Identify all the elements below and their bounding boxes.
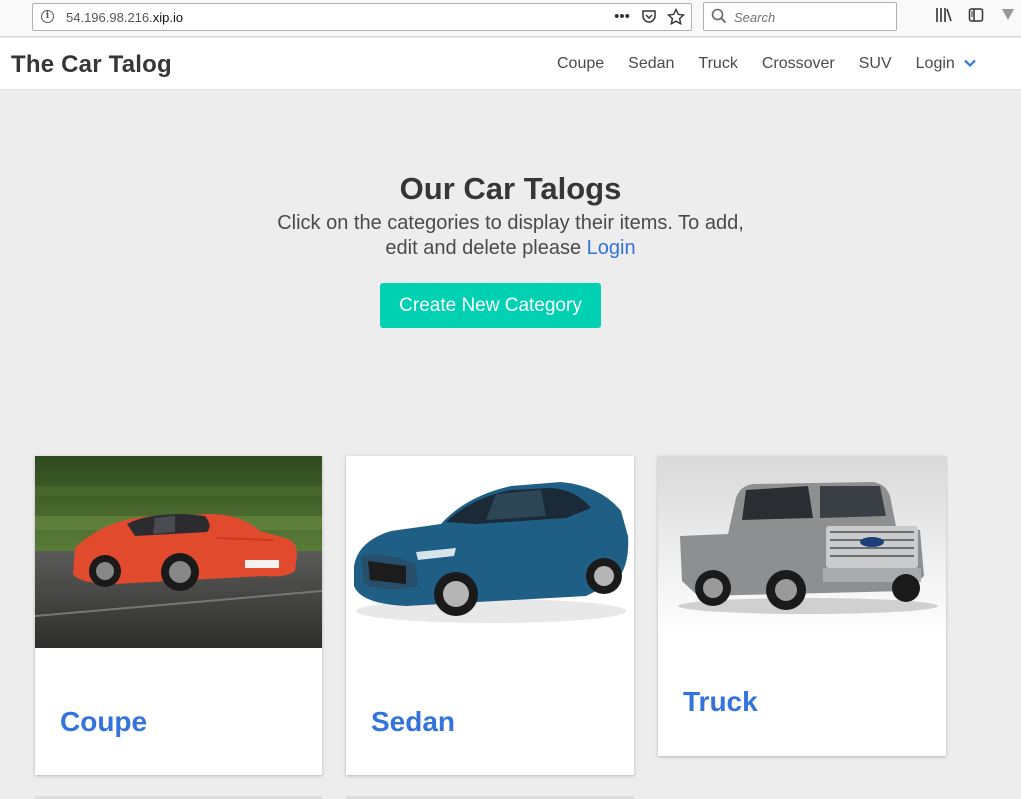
page-title: Our Car Talogs [399,171,622,206]
category-card-sedan[interactable]: Sedan [346,456,634,775]
nav-item-crossover[interactable]: Crossover [762,55,835,73]
category-card-coupe[interactable]: Coupe [35,456,322,775]
bookmark-star-icon[interactable] [666,7,686,26]
coupe-image[interactable] [35,456,322,648]
library-icon[interactable] [935,7,953,25]
login-link[interactable]: Login [587,237,636,259]
category-title-sedan[interactable]: Sedan [371,706,455,738]
nav-item-coupe[interactable]: Coupe [557,55,604,73]
chevron-down-icon[interactable] [963,56,977,70]
extension-menu-icon[interactable] [999,7,1017,25]
site-info-icon[interactable]: i [41,10,54,23]
address-bar[interactable]: i 54.196.98.216.xip.io ••• [32,3,692,31]
site-navbar: The Car Talog Coupe Sedan Truck Crossove… [0,38,1021,90]
search-placeholder: Search [734,10,776,25]
category-card-truck[interactable]: Truck [658,456,946,756]
brand-logo[interactable]: The Car Talog [11,51,172,79]
search-icon [711,8,727,24]
sedan-image[interactable] [346,456,634,656]
sidebar-icon[interactable] [967,7,985,25]
nav-item-truck[interactable]: Truck [698,55,737,73]
hero-subtitle: Click on the categories to display their… [0,211,1021,261]
nav-item-login[interactable]: Login [916,55,955,73]
category-title-truck[interactable]: Truck [683,686,758,718]
truck-image[interactable] [658,456,946,636]
url-text[interactable]: 54.196.98.216.xip.io [66,10,183,25]
hero-subtitle-line1: Click on the categories to display their… [277,212,744,234]
nav-item-sedan[interactable]: Sedan [628,55,674,73]
create-category-button[interactable]: Create New Category [380,283,601,328]
nav-item-suv[interactable]: SUV [859,55,892,73]
page-actions-icon[interactable]: ••• [613,8,631,26]
category-title-coupe[interactable]: Coupe [60,706,147,738]
hero-subtitle-line2: edit and delete please Login [385,237,636,259]
browser-toolbar: i 54.196.98.216.xip.io ••• Search [0,0,1021,37]
pocket-icon[interactable] [640,8,658,26]
nav-menu: Coupe Sedan Truck Crossover SUV Login [557,55,977,73]
browser-search-input[interactable]: Search [703,2,897,31]
